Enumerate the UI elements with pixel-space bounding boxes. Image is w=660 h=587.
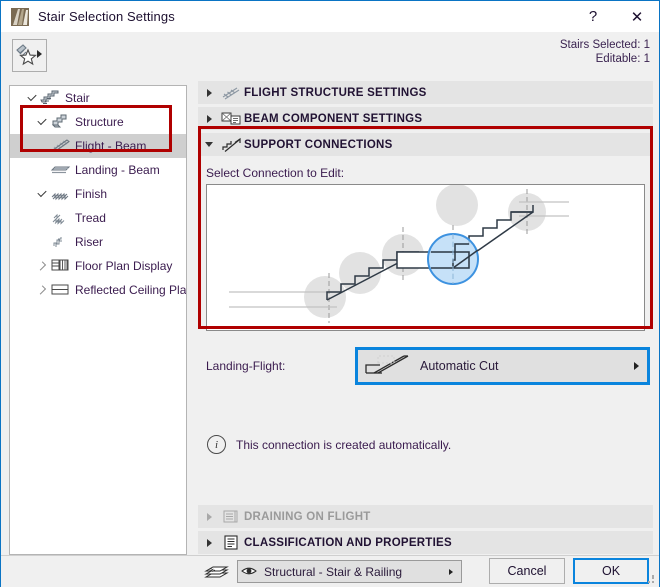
reflected-ceiling-plan-icon — [50, 281, 72, 299]
sidebar-item-label: Floor Plan Display — [75, 259, 173, 273]
finish-icon — [50, 185, 72, 203]
section-beam-component-settings[interactable]: BEAM COMPONENT SETTINGS — [198, 107, 653, 130]
header-strip: Stairs Selected: 1 Editable: 1 — [1, 32, 659, 80]
support-connections-body: Select Connection to Edit: Landing-Fligh… — [198, 159, 653, 454]
sidebar-item-flight-beam[interactable]: Flight - Beam — [10, 134, 186, 158]
sidebar-item-label: Reflected Ceiling Plan — [75, 283, 187, 297]
tread-icon — [50, 209, 72, 227]
close-button[interactable]: ✕ — [615, 1, 659, 32]
flight-beam-icon — [50, 137, 72, 155]
chevron-right-icon[interactable] — [198, 89, 220, 97]
sidebar-item-structure[interactable]: Structure — [10, 110, 186, 134]
window-title: Stair Selection Settings — [38, 9, 175, 24]
stair-selection-settings-dialog: Stair Selection Settings ? ✕ Stairs Sele… — [0, 0, 660, 587]
info-message: i This connection is created automatical… — [198, 435, 653, 454]
bottom-sections: DRAINING ON FLIGHT CLASSIFICATION AND PR… — [198, 505, 653, 557]
favorites-star-icon — [16, 44, 42, 66]
landing-beam-icon — [50, 161, 72, 179]
support-connections-icon — [220, 136, 244, 154]
ok-button[interactable]: OK — [573, 558, 649, 584]
section-title: SUPPORT CONNECTIONS — [244, 138, 393, 151]
sidebar-item-label: Stair — [65, 91, 90, 105]
landing-flight-label: Landing-Flight: — [206, 359, 286, 373]
chevron-right-icon[interactable] — [198, 539, 220, 547]
cancel-button[interactable]: Cancel — [489, 558, 565, 584]
title-bar: Stair Selection Settings ? ✕ — [1, 1, 659, 32]
favorites-button[interactable] — [12, 39, 47, 72]
floor-plan-display-icon — [50, 257, 72, 275]
settings-tree-panel[interactable]: Stair Structure Flight - Beam Landing - … — [9, 85, 187, 555]
sidebar-item-label: Tread — [75, 211, 106, 225]
stair-app-icon — [11, 7, 29, 26]
section-title: CLASSIFICATION AND PROPERTIES — [244, 536, 452, 549]
sidebar-item-label: Flight - Beam — [75, 139, 147, 153]
classification-properties-icon — [220, 534, 244, 552]
section-draining-on-flight[interactable]: DRAINING ON FLIGHT — [198, 505, 653, 528]
riser-icon — [50, 233, 72, 251]
editable-text: Editable: 1 — [595, 53, 650, 65]
connection-node-halos — [304, 184, 546, 318]
sidebar-item-landing-beam[interactable]: Landing - Beam — [10, 158, 186, 182]
sidebar-item-label: Finish — [75, 187, 108, 201]
sidebar-item-riser[interactable]: Riser — [10, 230, 186, 254]
section-support-connections[interactable]: SUPPORT CONNECTIONS — [198, 133, 653, 156]
sidebar-item-reflected-ceiling-plan[interactable]: Reflected Ceiling Plan — [10, 278, 186, 302]
chevron-right-icon[interactable] — [198, 513, 220, 521]
sidebar-item-finish[interactable]: Finish — [10, 182, 186, 206]
chevron-right-icon[interactable] — [198, 115, 220, 123]
landing-flight-dropdown[interactable]: Automatic Cut — [355, 347, 650, 385]
section-flight-structure-settings[interactable]: FLIGHT STRUCTURE SETTINGS — [198, 81, 653, 104]
connection-node-1[interactable] — [304, 276, 346, 318]
sidebar-item-label: Structure — [75, 115, 124, 129]
sidebar-item-floor-plan-display[interactable]: Floor Plan Display — [10, 254, 186, 278]
chevron-right-icon[interactable] — [34, 262, 50, 270]
help-button[interactable]: ? — [571, 1, 615, 32]
beam-component-icon — [220, 110, 244, 128]
sidebar-item-label: Landing - Beam — [75, 163, 160, 177]
chevron-down-icon[interactable] — [34, 193, 50, 195]
chevron-down-icon[interactable] — [198, 142, 220, 147]
chevron-right-icon[interactable] — [625, 362, 647, 370]
layer-dropdown[interactable]: Structural - Stair & Railing — [237, 560, 462, 583]
connection-node-2[interactable] — [339, 252, 381, 294]
selection-info: Stairs Selected: 1 Editable: 1 — [560, 38, 650, 66]
eye-icon — [238, 564, 264, 580]
main-content: FLIGHT STRUCTURE SETTINGS BEAM COMPONENT… — [198, 81, 653, 555]
stair-connection-diagram[interactable] — [206, 184, 645, 331]
chevron-down-icon[interactable] — [24, 97, 40, 99]
landing-flight-value: Automatic Cut — [420, 359, 499, 373]
stairs-selected-text: Stairs Selected: 1 — [559, 39, 650, 51]
stair-icon — [40, 89, 62, 107]
landing-flight-row: Landing-Flight: Automatic Cut — [198, 343, 653, 389]
layers-icon — [204, 563, 230, 583]
select-connection-label: Select Connection to Edit: — [206, 166, 345, 180]
flight-structure-icon — [220, 84, 244, 102]
chevron-right-icon[interactable] — [441, 567, 461, 577]
section-classification-and-properties[interactable]: CLASSIFICATION AND PROPERTIES — [198, 531, 653, 554]
structure-icon — [50, 113, 72, 131]
section-title: FLIGHT STRUCTURE SETTINGS — [244, 86, 427, 99]
sidebar-item-stair[interactable]: Stair — [10, 86, 186, 110]
info-text: This connection is created automatically… — [236, 437, 452, 452]
sidebar-item-label: Riser — [75, 235, 104, 249]
connection-node-5[interactable] — [436, 184, 478, 226]
section-title: DRAINING ON FLIGHT — [244, 510, 371, 523]
draining-on-flight-icon — [220, 508, 244, 526]
layer-value: Structural - Stair & Railing — [264, 564, 403, 579]
sidebar-item-tread[interactable]: Tread — [10, 206, 186, 230]
resize-grip-icon[interactable] — [646, 575, 656, 585]
section-title: BEAM COMPONENT SETTINGS — [244, 112, 423, 125]
chevron-right-icon[interactable] — [34, 286, 50, 294]
chevron-down-icon[interactable] — [34, 121, 50, 123]
automatic-cut-icon — [358, 351, 420, 381]
info-icon: i — [207, 435, 226, 454]
dialog-footer: Structural - Stair & Railing Cancel OK — [1, 555, 659, 587]
